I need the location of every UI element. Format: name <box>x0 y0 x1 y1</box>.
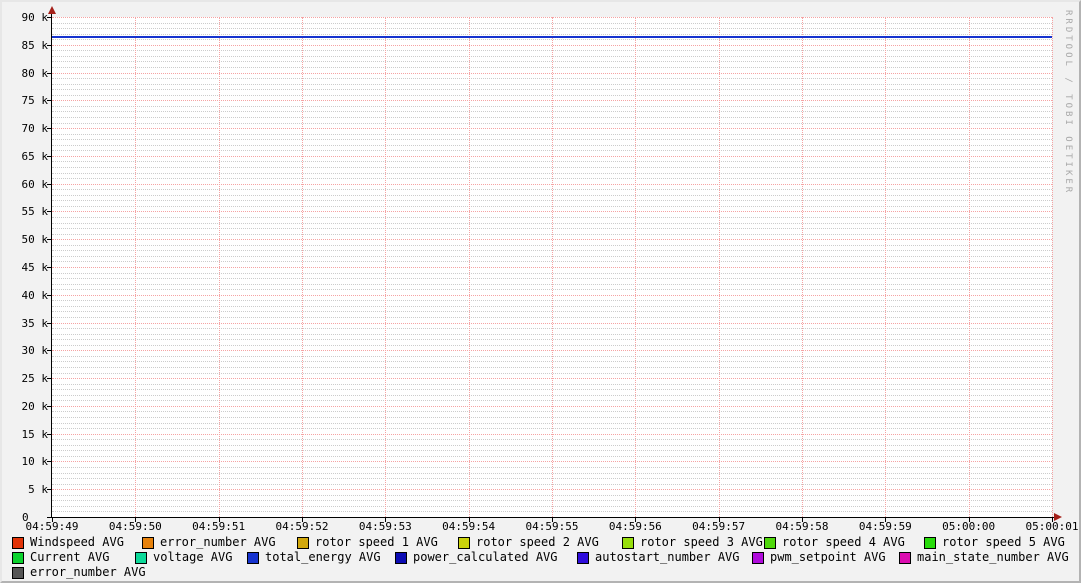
y-axis-label: 60 k <box>21 177 49 191</box>
y-axis-label: 30 k <box>21 344 49 358</box>
x-axis-label: 05:00:00 <box>942 520 996 533</box>
legend-item: rotor speed 1 AVG <box>297 536 438 549</box>
x-axis-label: 04:59:57 <box>692 520 746 533</box>
y-axis-label: 75 k <box>21 94 49 108</box>
legend-label: pwm_setpoint AVG <box>770 550 886 564</box>
gridline-major-v <box>218 17 220 517</box>
y-axis-arrow-icon <box>48 6 56 14</box>
legend-swatch <box>135 551 147 564</box>
x-axis-label: 04:59:53 <box>358 520 412 533</box>
x-axis-label: 04:59:52 <box>275 520 329 533</box>
y-axis-label: 25 k <box>21 372 49 386</box>
gridline-major-v <box>385 17 387 517</box>
legend-item: rotor speed 3 AVG <box>622 536 763 549</box>
legend-label: rotor speed 2 AVG <box>476 535 599 549</box>
legend-item: autostart_number AVG <box>577 551 740 564</box>
legend-swatch <box>395 551 407 564</box>
legend-label: error_number AVG <box>30 565 146 579</box>
legend-swatch <box>764 536 776 549</box>
legend-swatch <box>622 536 634 549</box>
y-axis-label: 70 k <box>21 122 49 136</box>
y-axis-label: 85 k <box>21 38 49 52</box>
legend-swatch <box>12 551 24 564</box>
y-axis-label: 15 k <box>21 427 49 441</box>
gridline-major-v <box>135 17 137 517</box>
y-axis-label: 65 k <box>21 149 49 163</box>
legend-item: power_calculated AVG <box>395 551 558 564</box>
gridline-major-v <box>968 17 970 517</box>
gridline-major-v <box>1052 17 1053 517</box>
legend-label: Current AVG <box>30 550 110 564</box>
legend-label: error_number AVG <box>160 535 276 549</box>
legend-swatch <box>142 536 154 549</box>
gridline-major-v <box>718 17 720 517</box>
legend-item: total_energy AVG <box>247 551 381 564</box>
legend-item: rotor speed 2 AVG <box>458 536 599 549</box>
gridline-major-v <box>552 17 553 517</box>
y-axis-label: 10 k <box>21 455 49 469</box>
legend-swatch <box>12 566 24 579</box>
x-axis-label: 05:00:01 <box>1025 520 1079 533</box>
y-axis-label: 55 k <box>21 205 49 219</box>
rrdtool-graph: 05 k 10 k 15 k 20 k 25 k 30 k 35 k 40 k 45 k 50 k… <box>0 0 1081 583</box>
watermark: RRDTOOL / TOBI OETIKER <box>1063 10 1073 196</box>
legend-swatch <box>458 536 470 549</box>
y-axis-label: 45 k <box>21 261 49 274</box>
legend-label: total_energy AVG <box>265 550 381 564</box>
legend-label: rotor speed 1 AVG <box>315 535 438 549</box>
series-line-total_energy-avg <box>52 36 1052 38</box>
x-axis-label: 04:59:49 <box>25 520 79 533</box>
legend-label: rotor speed 4 AVG <box>782 535 905 549</box>
legend-swatch <box>752 551 764 564</box>
legend-item: error_number AVG <box>142 536 276 549</box>
y-axis-label: 35 k <box>21 316 49 330</box>
legend-label: rotor speed 5 AVG <box>942 535 1065 549</box>
legend-item: error_number AVG <box>12 566 146 579</box>
x-axis-label: 04:59:51 <box>192 520 246 533</box>
legend-item: rotor speed 4 AVG <box>764 536 905 549</box>
legend-label: Windspeed AVG <box>30 535 124 549</box>
legend-label: power_calculated AVG <box>413 550 558 564</box>
y-axis-label: 90 k <box>21 11 49 24</box>
legend-item: main_state_number AVG <box>899 551 1069 564</box>
x-axis-label: 04:59:50 <box>108 520 162 533</box>
x-axis-label: 04:59:54 <box>442 520 496 533</box>
y-axis <box>51 9 52 518</box>
gridline-major-v <box>802 17 803 517</box>
legend-label: autostart_number AVG <box>595 550 740 564</box>
legend-swatch <box>297 536 309 549</box>
legend-label: main_state_number AVG <box>917 550 1069 564</box>
y-axis-label: 50 k <box>21 233 49 247</box>
legend-item: voltage AVG <box>135 551 232 564</box>
y-axis-label: 5 k <box>28 483 48 497</box>
gridline-major-v <box>635 17 637 517</box>
y-axis-label: 80 k <box>21 66 49 80</box>
legend-swatch <box>577 551 589 564</box>
legend-item: rotor speed 5 AVG <box>924 536 1065 549</box>
gridline-major-v <box>468 17 470 517</box>
legend-swatch <box>924 536 936 549</box>
x-axis-label: 04:59:59 <box>858 520 912 533</box>
legend-label: voltage AVG <box>153 550 233 564</box>
legend-label: rotor speed 3 AVG <box>640 535 763 549</box>
legend-item: pwm_setpoint AVG <box>752 551 886 564</box>
legend-swatch <box>899 551 911 564</box>
x-axis-label: 04:59:58 <box>775 520 829 533</box>
legend-swatch <box>12 536 24 549</box>
legend-swatch <box>247 551 259 564</box>
y-axis-label: 40 k <box>21 288 49 302</box>
gridline-major-v <box>885 17 887 517</box>
x-axis-label: 04:59:56 <box>608 520 662 533</box>
gridline-major-v <box>302 17 303 517</box>
legend-item: Windspeed AVG <box>12 536 124 549</box>
legend-item: Current AVG <box>12 551 109 564</box>
y-axis-label: 20 k <box>21 399 49 413</box>
x-axis-label: 04:59:55 <box>525 520 579 533</box>
